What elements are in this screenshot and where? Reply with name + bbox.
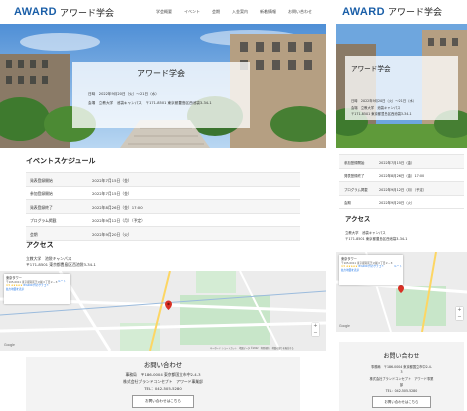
schedule-label: 発表登録終了 [30, 204, 53, 210]
map-reviews-link[interactable]: 83,600 件のクチコミ [23, 284, 48, 287]
schedule-table: 発表登録開始 2022年7月15日（金） 参加登録開始 2022年7月15日（金… [26, 172, 300, 241]
contact-heading: お問い合わせ [143, 361, 183, 369]
schedule-label: 参加登録開始 [344, 160, 365, 165]
mobile-hero-card: アワード学会 日時 2022年9月20日（火）～21日（水） 会場 立教大学 池… [345, 56, 458, 120]
schedule-label: 発表登録開始 [30, 177, 53, 183]
schedule-value: 2022年8月26日（金）17:00 [379, 174, 425, 178]
access-address: 〒171-8501 東京都豊島区西池袋3-34-1 [26, 262, 96, 267]
schedule-value: 2022年9月20日（火） [379, 201, 415, 205]
schedule-value: 2022年7月15日（金） [379, 160, 415, 165]
table-row: 会期 2022年9月20日（火） [26, 227, 300, 241]
schedule-label: プログラム掲載 [344, 187, 368, 192]
contact-tel: TEL：042-505-5280 [385, 389, 418, 393]
mobile-header: AWARD アワード学会 [336, 0, 467, 24]
mobile-google-map[interactable]: 東京タワー 〒105-0011 東京都港区芝公園４丁目２−８ 4.5 ★★★★★… [336, 252, 467, 332]
schedule-label: 参加登録開始 [30, 191, 53, 196]
desktop-view: AWARD アワード学会 学会概要 イベント 会期 入金案内 新着情報 お問い合… [0, 0, 326, 411]
map-larger-link[interactable]: 拡大地図を表示 [341, 269, 401, 273]
contact-office: 事務局 〒186-0004 東京都国立市中2-4-3 [125, 372, 201, 377]
logo-site-name: アワード学会 [387, 8, 442, 18]
hero-section: アワード学会 日時 2022年9月20日（火）～21日（水） 会場 立教大学 池… [0, 24, 326, 148]
schedule-value: 2022年9月12日（月）（予定） [92, 218, 145, 223]
table-row: 発表登録終了 2022年8月26日（金）17:00 [339, 169, 464, 182]
map-directions-link[interactable]: ルート [58, 279, 66, 283]
contact-company: 株式会社ブランドコンセプト アワード事業部 [123, 379, 203, 384]
google-map[interactable]: 東京タワー 〒105-0011 東京都港区芝公園４丁目２−８ 4.5 ★★★★★… [0, 271, 326, 351]
hero-venue: 会場 立教大学 池袋キャンパス 〒171-8501 東京都豊島区西池袋3-34-… [88, 101, 212, 105]
logo-site-name: アワード学会 [59, 8, 114, 19]
google-logo: Google [4, 343, 15, 347]
mobile-contact-section: お問い合わせ 事務局 〒186-0004 東京都国立市中2-4- 3 株式会社ブ… [339, 342, 464, 411]
mobile-schedule-table: 参加登録開始 2022年7月15日（金） 発表登録終了 2022年8月26日（金… [339, 154, 464, 209]
contact-office: 事務局 〒186-0004 東京都国立市中2-4- [371, 365, 432, 369]
table-row: プログラム掲載 2022年9月12日（月）（予定） [339, 182, 464, 196]
nav-item-period[interactable]: 会期 [206, 9, 226, 15]
mobile-map-place-card: 東京タワー 〒105-0011 東京都港区芝公園４丁目２−８ 4.5 ★★★★★… [339, 255, 403, 285]
global-nav: 学会概要 イベント 会期 入金案内 新着情報 お問い合わせ [150, 9, 318, 15]
hero-info-card: アワード学会 日時 2022年9月20日（火）～21日（水） 会場 立教大学 池… [72, 62, 250, 128]
schedule-label: 発表登録終了 [344, 174, 365, 178]
star-icon: ★★★★★ [345, 265, 358, 269]
contact-company-cont: 部 [399, 383, 404, 387]
mobile-hero-venue: 会場 立教大学 池袋キャンパス [351, 106, 401, 110]
rating-value: 4.5 [6, 284, 11, 288]
map-directions-link[interactable]: ルート [394, 264, 402, 268]
schedule-label: プログラム掲載 [30, 218, 57, 223]
nav-item-event[interactable]: イベント [178, 9, 206, 15]
zoom-out-button[interactable]: − [456, 314, 463, 321]
nav-item-payment[interactable]: 入金案内 [226, 9, 254, 15]
contact-heading: お問い合わせ [383, 353, 420, 360]
mobile-access-address: 〒171-8501 東京都豊島区西池袋3-34-1 [345, 237, 408, 241]
access-heading: アクセス [26, 241, 54, 249]
map-footer[interactable]: キーボード ショートカット 地図データ ©2022 利用規約 地図の誤りを報告す… [210, 346, 294, 350]
zoom-out-button[interactable]: − [312, 330, 319, 337]
nav-item-contact[interactable]: お問い合わせ [282, 9, 318, 15]
contact-office-cont: 3 [400, 370, 403, 374]
hero-title: アワード学会 [137, 69, 185, 78]
contact-tel: TEL：042-505-5280 [144, 386, 182, 391]
nav-item-news[interactable]: 新着情報 [254, 9, 282, 15]
table-row: 参加登録開始 2022年7月15日（金） [339, 155, 464, 169]
schedule-label: 会期 [30, 231, 38, 237]
map-larger-link[interactable]: 拡大地図を表示 [6, 288, 68, 292]
table-row: 会期 2022年9月20日（火） [339, 196, 464, 209]
schedule-value: 2022年8月26日（金）17:00 [92, 204, 143, 210]
mobile-access-venue: 立教大学 池袋キャンパス [345, 231, 386, 235]
hero-date: 日時 2022年9月20日（火）～21日（水） [88, 92, 159, 96]
contact-company: 株式会社ブランドコンセプト アワード事業 [369, 377, 434, 381]
schedule-value: 2022年7月15日（金） [92, 177, 132, 183]
schedule-value: 2022年9月12日（月）（予定） [379, 187, 427, 192]
mobile-hero: アワード学会 日時 2022年9月20日（火）～21日（水） 会場 立教大学 池… [336, 24, 467, 148]
contact-button[interactable]: お問い合わせはこちら [132, 395, 194, 408]
screenshot-stage: AWARD アワード学会 学会概要 イベント 会期 入金案内 新着情報 お問い合… [0, 0, 467, 411]
nav-item-about[interactable]: 学会概要 [150, 9, 178, 15]
google-logo: Google [339, 324, 350, 328]
map-reviews-link[interactable]: 83,600 件のクチコミ [358, 265, 383, 268]
rating-value: 4.5 [341, 265, 346, 269]
table-row: 参加登録開始 2022年7月15日（金） [26, 187, 300, 200]
map-zoom-control: + − [312, 323, 319, 336]
star-icon: ★★★★★ [10, 284, 23, 288]
table-row: プログラム掲載 2022年9月12日（月）（予定） [26, 214, 300, 227]
mobile-hero-date: 日時 2022年9月20日（火）～21日（水） [351, 99, 417, 103]
contact-button[interactable]: お問い合わせはこちら [372, 396, 431, 408]
map-zoom-control: + − [456, 307, 463, 320]
schedule-heading: イベントスケジュール [26, 157, 96, 165]
table-row: 発表登録終了 2022年8月26日（金）17:00 [26, 200, 300, 214]
mobile-access-heading: アクセス [345, 215, 371, 223]
site-header: AWARD アワード学会 学会概要 イベント 会期 入金案内 新着情報 お問い合… [0, 0, 326, 24]
schedule-value: 2022年9月20日（火） [92, 231, 132, 237]
mobile-logo[interactable]: AWARD アワード学会 [342, 5, 442, 19]
mobile-view: AWARD アワード学会 アワード学会 日時 2022年9月20日（火）～21日… [336, 0, 467, 411]
mobile-hero-title: アワード学会 [351, 65, 391, 73]
schedule-value: 2022年7月15日（金） [92, 191, 132, 196]
logo-award-text: AWARD [342, 5, 385, 18]
table-row: 発表登録開始 2022年7月15日（金） [26, 173, 300, 187]
logo-award-text: AWARD [14, 6, 57, 18]
site-logo[interactable]: AWARD アワード学会 [14, 5, 114, 19]
contact-section: お問い合わせ 事務局 〒186-0004 東京都国立市中2-4-3 株式会社ブラ… [26, 357, 300, 411]
schedule-label: 会期 [344, 201, 351, 205]
mobile-hero-address: 〒171-8501 東京都豊島区西池袋3-34-1 [351, 112, 412, 116]
